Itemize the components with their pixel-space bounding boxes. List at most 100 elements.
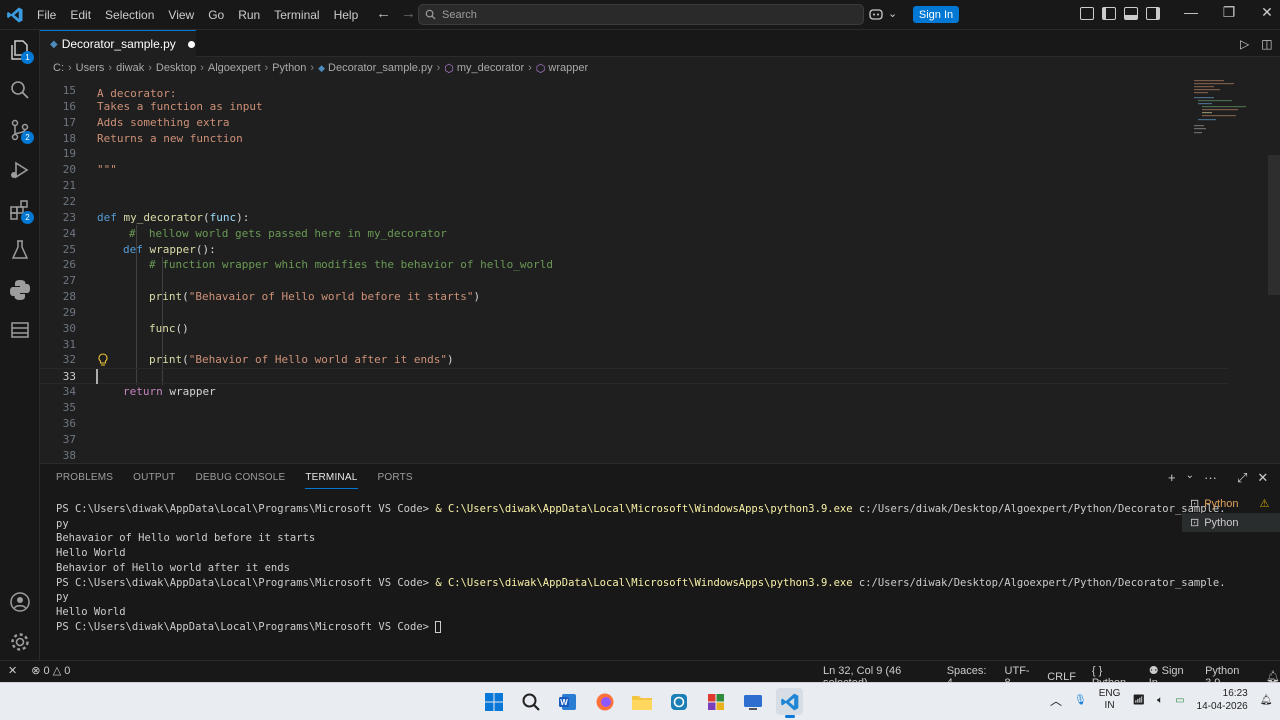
microphone-icon[interactable]: 🎙︎ <box>1074 695 1087 706</box>
tab-debug-console[interactable]: DEBUG CONSOLE <box>195 472 285 489</box>
unsaved-dot-icon[interactable] <box>187 40 195 48</box>
accounts-icon[interactable] <box>8 590 32 614</box>
activity-bar: 1 2 2 <box>0 30 40 660</box>
tab-decorator-sample[interactable]: ◆ Decorator_sample.py <box>40 30 196 57</box>
breadcrumb-python[interactable]: Python <box>272 62 306 74</box>
more-actions-icon[interactable]: ··· <box>1204 470 1217 486</box>
tab-terminal[interactable]: TERMINAL <box>305 472 358 489</box>
source-control-icon[interactable]: 2 <box>8 118 34 144</box>
menu-view[interactable]: View <box>161 8 201 22</box>
terminal-line: py <box>56 517 69 530</box>
breadcrumb-wrapper[interactable]: wrapper <box>548 62 588 74</box>
wifi-icon[interactable]: 📶︎ <box>1132 695 1145 706</box>
vscode-logo-icon <box>7 7 23 23</box>
code-text: Returns a new function <box>97 131 243 145</box>
volume-icon[interactable]: 🔈︎ <box>1157 695 1163 706</box>
layout-controls <box>1080 7 1160 20</box>
battery-icon[interactable]: ▭ <box>1175 695 1184 706</box>
close-panel-icon[interactable]: ✕ <box>1257 470 1268 486</box>
menu-selection[interactable]: Selection <box>98 8 161 22</box>
command-center-search[interactable]: Search <box>418 4 864 25</box>
gear-icon[interactable] <box>8 630 32 654</box>
restore-icon[interactable]: ❐ <box>1210 4 1248 21</box>
python-file-icon: ◆ <box>50 38 58 50</box>
menu-file[interactable]: File <box>30 8 63 22</box>
menu-run[interactable]: Run <box>231 8 267 22</box>
menu-help[interactable]: Help <box>327 8 366 22</box>
minimize-icon[interactable]: — <box>1172 4 1210 21</box>
code-editor[interactable]: A decorator: 15 16 Takes a function as inp… <box>40 78 1268 462</box>
tab-problems[interactable]: PROBLEMS <box>56 472 113 489</box>
breadcrumb-users[interactable]: Users <box>76 62 105 74</box>
code-text: Adds something extra <box>97 115 230 129</box>
breadcrumb-diwak[interactable]: diwak <box>116 62 144 74</box>
code-text: return wrapper <box>123 385 216 399</box>
remote-desktop-icon[interactable] <box>739 688 766 715</box>
vscode-taskbar-icon[interactable] <box>776 688 803 718</box>
terminal-line: py <box>56 591 69 604</box>
menu-go[interactable]: Go <box>201 8 231 22</box>
code-line: 17 Adds something extra <box>40 115 1228 131</box>
file-explorer-icon[interactable] <box>628 688 655 715</box>
code-line: 26 # function wrapper which modifies the … <box>40 257 1228 273</box>
search-icon[interactable] <box>517 688 544 715</box>
toggle-primary-sidebar-icon[interactable] <box>1102 7 1116 20</box>
terminal-list-item[interactable]: ⊡ Python <box>1182 513 1280 532</box>
tab-output[interactable]: OUTPUT <box>133 472 175 489</box>
testing-icon[interactable] <box>8 238 32 262</box>
firefox-icon[interactable] <box>591 688 618 715</box>
new-terminal-icon[interactable]: + <box>1168 470 1176 486</box>
function-symbol-icon: ⬡ <box>535 62 546 75</box>
remote-explorer-icon[interactable] <box>8 318 32 342</box>
python-icon[interactable] <box>8 278 32 302</box>
python-file-icon: ◆ <box>318 62 326 73</box>
line-number: 21 <box>62 179 76 193</box>
customize-layout-icon[interactable] <box>1080 7 1094 20</box>
chevron-up-icon[interactable]: ︿ <box>1050 692 1062 709</box>
toggle-secondary-sidebar-icon[interactable] <box>1146 7 1160 20</box>
run-file-icon[interactable]: ▷ <box>1240 37 1249 51</box>
terminal-output[interactable]: PS C:\Users\diwak\AppData\Local\Programs… <box>56 502 1226 634</box>
windows-start-icon[interactable] <box>480 688 507 715</box>
remote-indicator-icon[interactable]: ✕ <box>8 664 17 677</box>
breadcrumb-my-decorator[interactable]: my_decorator <box>457 62 524 74</box>
toggle-panel-icon[interactable] <box>1124 7 1138 20</box>
line-endings[interactable]: CRLF <box>1047 671 1076 683</box>
extensions-icon[interactable]: 2 <box>8 198 34 224</box>
office-app-icon[interactable] <box>702 688 729 715</box>
forward-arrow-icon[interactable]: → <box>401 5 416 22</box>
breadcrumb-algoexpert[interactable]: Algoexpert <box>208 62 261 74</box>
code-line: 18 Returns a new function <box>40 131 1228 147</box>
code-text: """ <box>97 163 117 177</box>
breadcrumb-file[interactable]: Decorator_sample.py <box>328 62 433 74</box>
breadcrumb-drive[interactable]: C: <box>53 62 64 74</box>
minimap[interactable] <box>1190 78 1250 158</box>
terminal-list-item[interactable]: ⊡ Python ⚠ <box>1182 494 1280 513</box>
run-debug-icon[interactable] <box>8 158 32 182</box>
word-icon[interactable]: W <box>554 688 581 715</box>
tab-ports[interactable]: PORTS <box>378 472 413 489</box>
snipping-tool-icon[interactable] <box>665 688 692 715</box>
problems-status[interactable]: ⊗ 0 △ 0 <box>31 664 70 677</box>
code-line: 38 <box>40 448 1228 462</box>
menu-bar: File Edit Selection View Go Run Terminal… <box>30 0 365 30</box>
chevron-down-icon[interactable]: ⌄ <box>1186 470 1194 486</box>
menu-terminal[interactable]: Terminal <box>267 8 326 22</box>
notification-bell-icon[interactable]: 🔔︎ <box>1260 695 1273 706</box>
menu-edit[interactable]: Edit <box>63 8 98 22</box>
explorer-icon[interactable]: 1 <box>8 38 34 64</box>
search-view-icon[interactable] <box>8 78 32 102</box>
back-arrow-icon[interactable]: ← <box>376 5 391 22</box>
maximize-panel-icon[interactable]: ⤢ <box>1237 470 1247 486</box>
copilot-menu[interactable]: ⌄ <box>868 7 897 21</box>
breadcrumb-desktop[interactable]: Desktop <box>156 62 196 74</box>
clock[interactable]: 16:23 14-04-2026 <box>1197 687 1248 713</box>
sign-in-button[interactable]: Sign In <box>913 6 959 23</box>
language-indicator[interactable]: ENG IN <box>1099 688 1121 712</box>
panel-tabs: PROBLEMS OUTPUT DEBUG CONSOLE TERMINAL P… <box>56 472 413 489</box>
close-icon[interactable]: ✕ <box>1248 4 1280 21</box>
code-text: Takes a function as input <box>97 99 263 113</box>
editor-scrollbar[interactable] <box>1268 155 1280 295</box>
lightbulb-icon[interactable] <box>97 353 109 367</box>
split-editor-icon[interactable]: ◫ <box>1261 37 1272 51</box>
